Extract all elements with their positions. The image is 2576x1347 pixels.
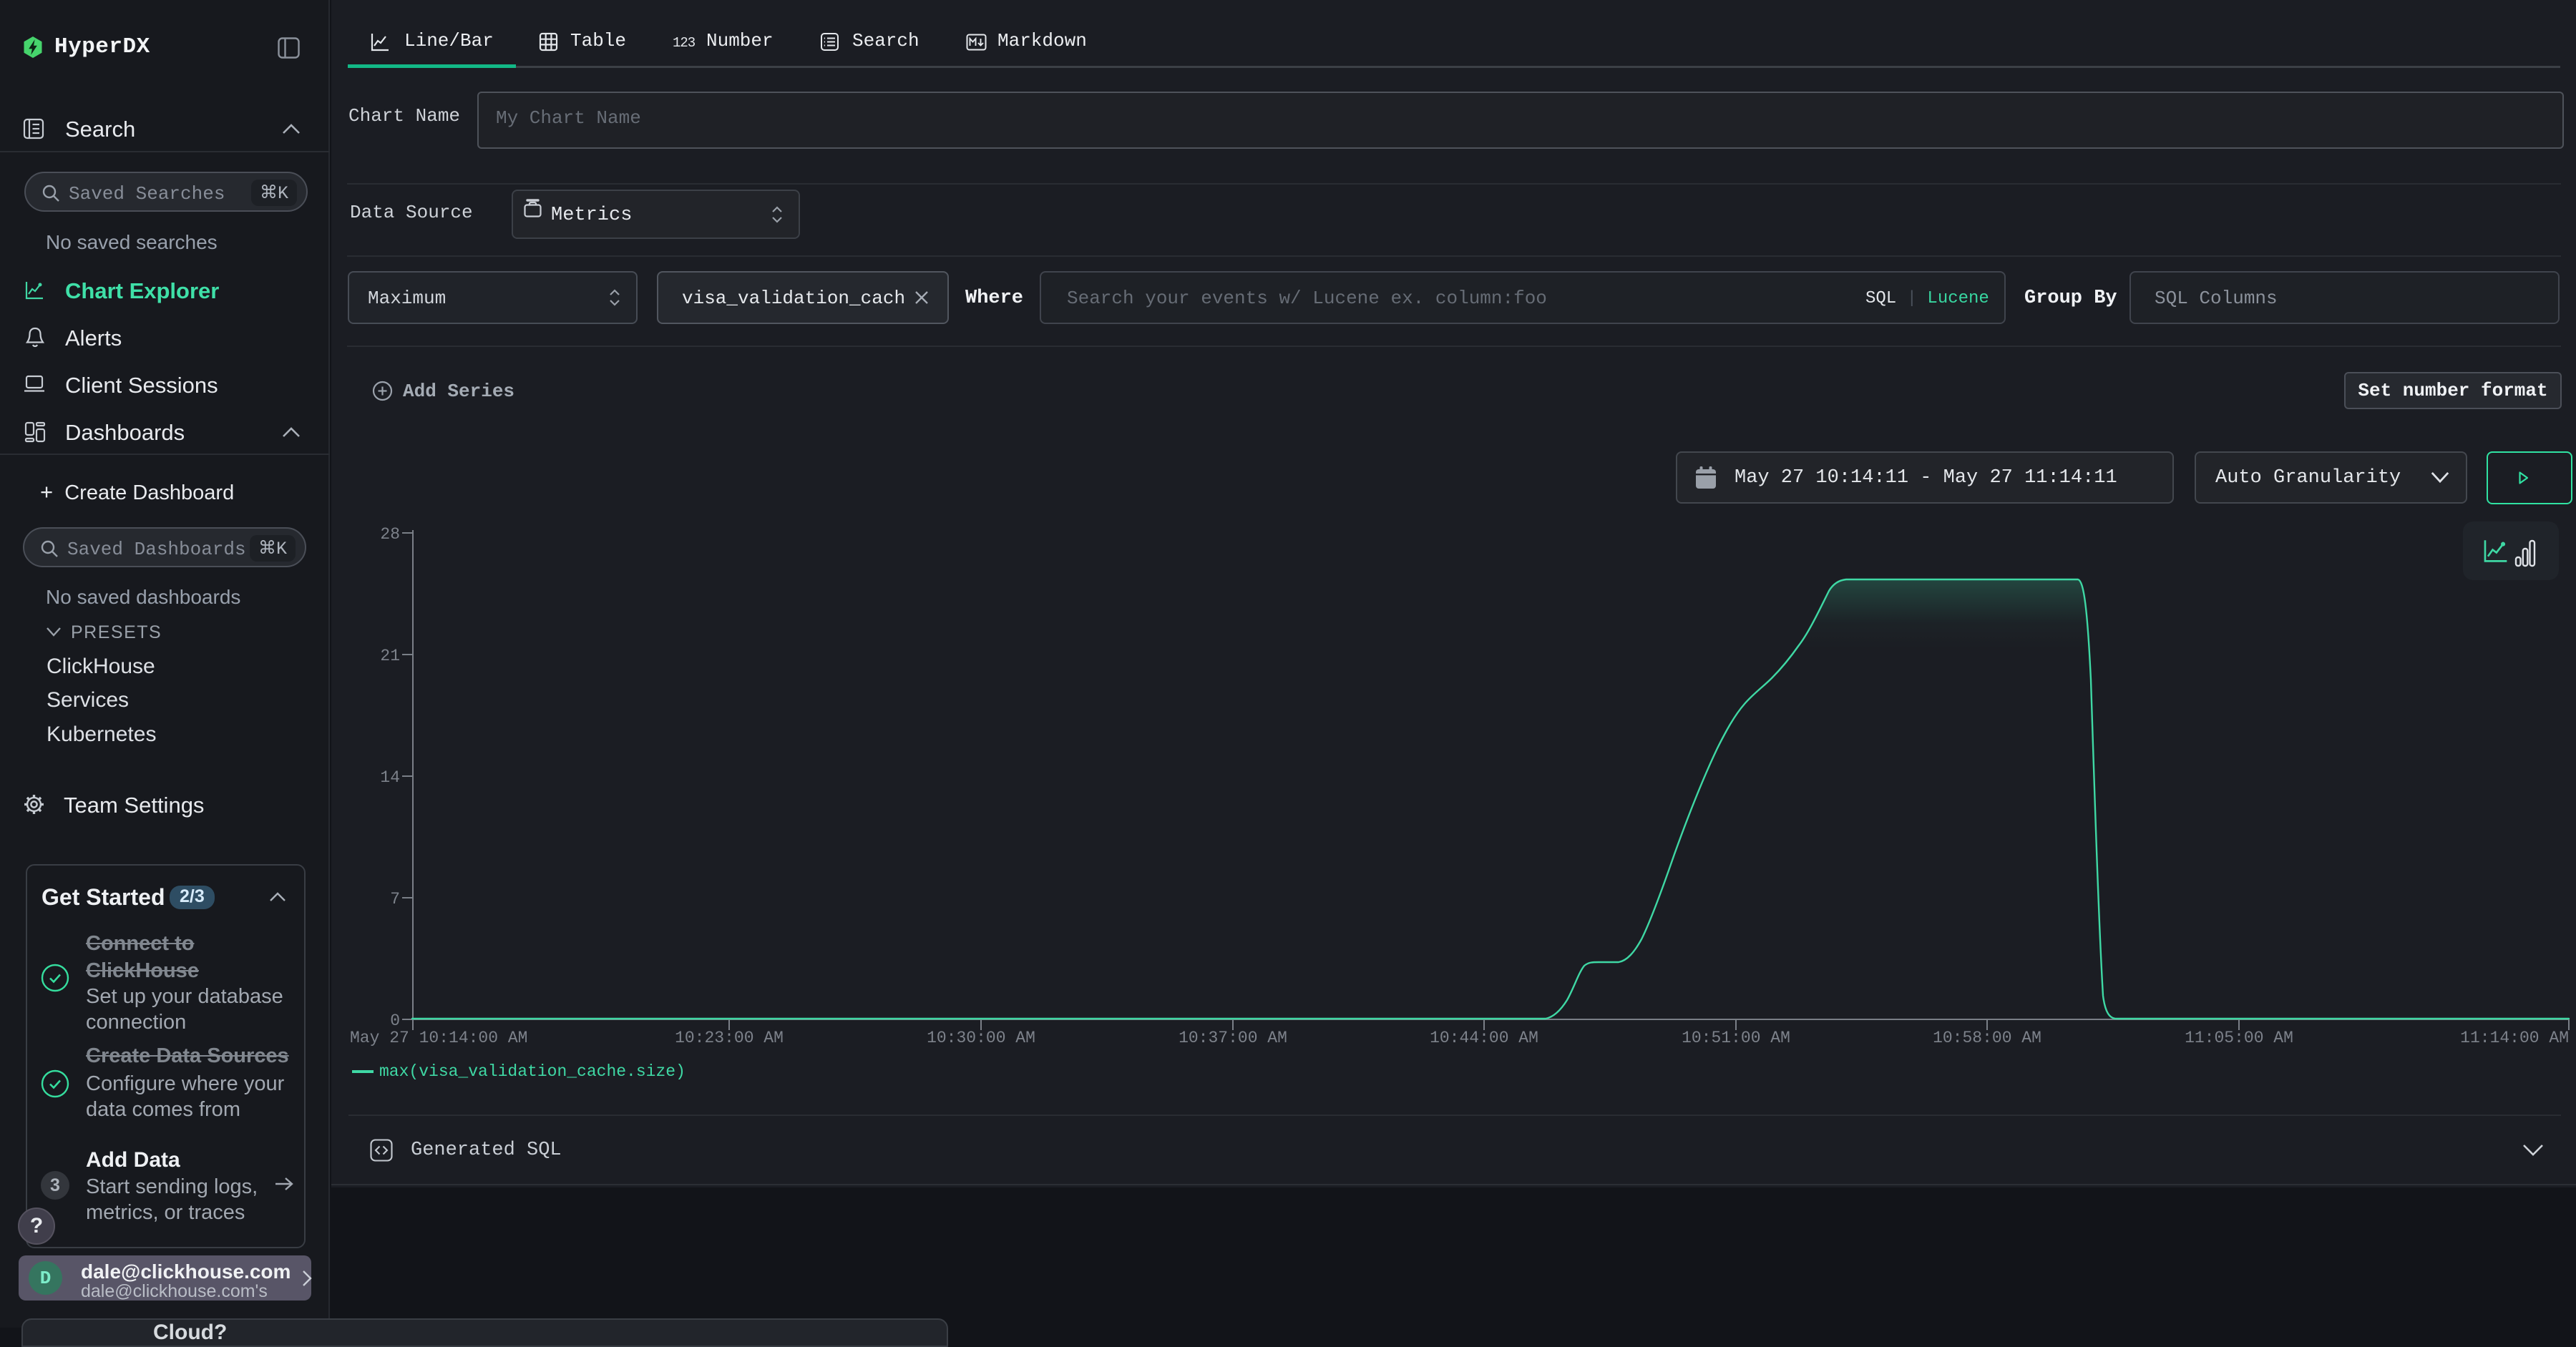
svg-text:10:58:00 AM: 10:58:00 AM <box>1933 1029 2041 1047</box>
svg-text:10:51:00 AM: 10:51:00 AM <box>1682 1029 1790 1047</box>
svg-text:10:23:00 AM: 10:23:00 AM <box>675 1029 784 1047</box>
svg-text:11:14:00 AM: 11:14:00 AM <box>2460 1029 2569 1047</box>
svg-text:May 27 10:14:00 AM: May 27 10:14:00 AM <box>350 1029 527 1047</box>
svg-text:14: 14 <box>380 768 400 787</box>
svg-text:21: 21 <box>380 647 400 665</box>
svg-text:7: 7 <box>390 890 400 908</box>
svg-text:11:05:00 AM: 11:05:00 AM <box>2185 1029 2293 1047</box>
svg-text:28: 28 <box>380 525 400 544</box>
svg-text:10:30:00 AM: 10:30:00 AM <box>927 1029 1035 1047</box>
svg-text:10:44:00 AM: 10:44:00 AM <box>1430 1029 1538 1047</box>
svg-text:0: 0 <box>390 1012 400 1030</box>
svg-text:10:37:00 AM: 10:37:00 AM <box>1179 1029 1287 1047</box>
